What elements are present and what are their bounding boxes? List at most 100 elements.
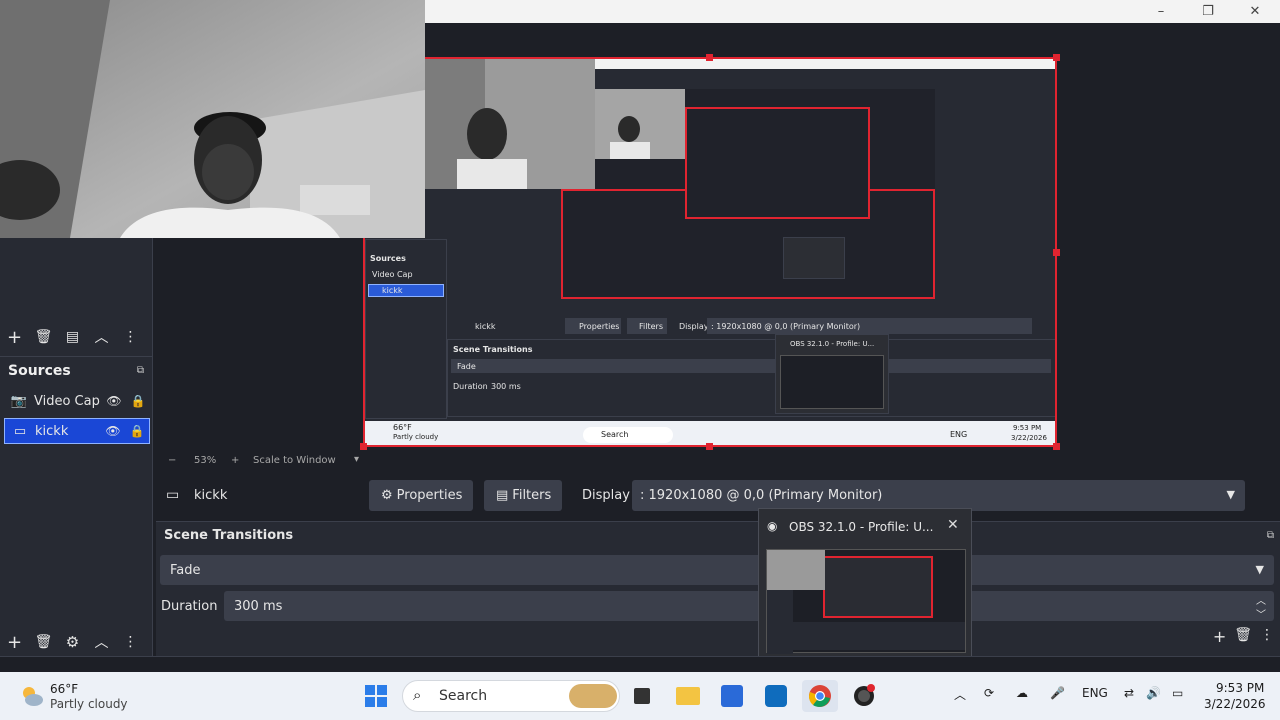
chrome-icon[interactable] bbox=[802, 680, 838, 712]
properties-button[interactable]: ⚙ Properties bbox=[369, 480, 473, 511]
transition-select[interactable]: Fade ▼ bbox=[160, 555, 1274, 585]
mini-popup-2 bbox=[783, 237, 845, 279]
mini-search: Search bbox=[601, 430, 629, 439]
display-select[interactable]: : 1920x1080 @ 0,0 (Primary Monitor) ▼ bbox=[632, 480, 1245, 511]
weather-icon[interactable] bbox=[18, 682, 46, 710]
weather-temp: 66°F bbox=[50, 682, 79, 696]
lock-icon[interactable]: 🔒 bbox=[126, 394, 150, 408]
taskbar: 66°F Partly cloudy ⌕ Search ︿ ⟳ ☁ 🎤 ENG … bbox=[0, 672, 1280, 720]
mini-filters-label: Filters bbox=[639, 322, 663, 331]
chevron-down-icon[interactable]: ▾ bbox=[354, 454, 359, 465]
mini-properties-label: Properties bbox=[579, 322, 620, 331]
start-button[interactable] bbox=[358, 680, 394, 712]
more-vertical-icon[interactable]: ⋮ bbox=[116, 323, 145, 351]
weather-desc: Partly cloudy bbox=[50, 697, 128, 711]
mini-fade-value: Fade bbox=[457, 362, 476, 371]
mini-webcam bbox=[425, 59, 595, 189]
zoom-bar: − 53% + Scale to Window ▾ bbox=[156, 452, 1280, 472]
store-icon[interactable] bbox=[714, 680, 750, 712]
maximize-icon[interactable]: ❐ bbox=[1185, 0, 1231, 23]
mini-preview bbox=[561, 89, 935, 299]
dock-float-icon[interactable]: ⧉ bbox=[1267, 530, 1274, 541]
resize-handle-bottom-right[interactable] bbox=[1053, 443, 1060, 450]
mini-date: 3/22/2026 bbox=[1011, 434, 1047, 442]
dock-float-icon[interactable]: ⧉ bbox=[137, 365, 144, 376]
search-icon: ⌕ bbox=[413, 686, 422, 704]
chevron-down-icon: ▼ bbox=[1226, 488, 1235, 501]
plus-icon[interactable]: + bbox=[0, 628, 29, 656]
scenes-dock: + 🗑 ▤ ︿ ⋮ bbox=[0, 238, 153, 356]
display-value: : 1920x1080 @ 0,0 (Primary Monitor) bbox=[640, 488, 883, 503]
resize-handle-bottom-left[interactable] bbox=[360, 443, 367, 450]
eye-icon[interactable]: 👁 bbox=[101, 424, 125, 438]
mini-source-kickk: kickk bbox=[382, 286, 403, 295]
source-item-video-capture[interactable]: 📷 Video Cap 👁 🔒 bbox=[4, 388, 150, 414]
gear-icon: ⚙ bbox=[381, 488, 393, 503]
language-indicator[interactable]: ENG bbox=[1082, 686, 1108, 700]
chevron-up-icon[interactable]: ︿ bbox=[87, 628, 116, 656]
mini-time: 9:53 PM bbox=[1013, 424, 1042, 432]
scene-transitions-dock: Scene Transitions ⧉ Fade ▼ Duration 300 … bbox=[156, 521, 1280, 656]
more-vertical-icon[interactable]: ⋮ bbox=[1260, 627, 1274, 646]
source-label: kickk bbox=[35, 423, 69, 439]
preview-canvas[interactable]: Sources Video Cap kickk kickk Properties… bbox=[363, 57, 1057, 447]
popup-thumbnail bbox=[766, 549, 966, 654]
duration-value: 300 ms bbox=[234, 598, 283, 614]
zoom-out-button[interactable]: − bbox=[168, 455, 176, 466]
sync-icon[interactable]: ⟳ bbox=[984, 686, 994, 700]
thumb-dock bbox=[767, 590, 793, 654]
resize-handle-top[interactable] bbox=[706, 54, 713, 61]
chevron-down-icon[interactable]: ﹀ bbox=[1256, 606, 1266, 621]
source-item-kickk[interactable]: ▭ kickk 👁 🔒 bbox=[4, 418, 150, 444]
mini-source-videocap: Video Cap bbox=[372, 270, 413, 279]
thumb-transitions bbox=[793, 622, 965, 650]
chevron-up-icon[interactable]: ︿ bbox=[1256, 592, 1266, 607]
mini-context-source: kickk bbox=[475, 322, 496, 331]
clock-date[interactable]: 3/22/2026 bbox=[1204, 697, 1266, 711]
obs-taskbar-icon[interactable] bbox=[846, 680, 882, 712]
scale-mode[interactable]: Scale to Window bbox=[253, 455, 336, 466]
chevron-up-icon[interactable]: ︿ bbox=[954, 686, 966, 703]
mini-transitions-title: Scene Transitions bbox=[453, 345, 533, 354]
task-view-icon[interactable] bbox=[624, 680, 660, 712]
plus-icon[interactable]: + bbox=[0, 323, 29, 351]
volume-icon[interactable]: 🔊 bbox=[1146, 686, 1161, 700]
microphone-icon[interactable]: 🎤 bbox=[1050, 686, 1065, 700]
resize-handle-top-right[interactable] bbox=[1053, 54, 1060, 61]
plus-icon[interactable]: + bbox=[1213, 627, 1226, 646]
battery-icon[interactable]: ▭ bbox=[1172, 686, 1183, 700]
eye-icon[interactable]: 👁 bbox=[102, 394, 126, 408]
monitor-icon: ▭ bbox=[166, 487, 180, 503]
outlook-icon[interactable] bbox=[758, 680, 794, 712]
duration-label: Duration bbox=[161, 599, 218, 614]
network-icon[interactable]: ⇄ bbox=[1124, 686, 1134, 700]
mini-duration-value: 300 ms bbox=[491, 382, 521, 391]
filters-button[interactable]: ▤ Filters bbox=[484, 480, 562, 511]
trash-icon[interactable]: 🗑 bbox=[29, 628, 58, 656]
mini-transitions-dock bbox=[447, 339, 1055, 417]
obs-icon: ◉ bbox=[767, 519, 778, 533]
mini-sources-dock: Sources Video Cap kickk bbox=[365, 239, 447, 419]
file-explorer-icon[interactable] bbox=[670, 680, 706, 712]
trash-icon[interactable]: 🗑 bbox=[1234, 627, 1252, 646]
zoom-in-button[interactable]: + bbox=[231, 455, 239, 466]
more-vertical-icon[interactable]: ⋮ bbox=[116, 628, 145, 656]
duration-spinbox[interactable]: 300 ms ︿ ﹀ bbox=[224, 591, 1274, 621]
search-box[interactable]: ⌕ Search bbox=[402, 680, 620, 712]
gear-icon[interactable]: ⚙ bbox=[58, 628, 87, 656]
chevron-up-icon[interactable]: ︿ bbox=[87, 323, 116, 351]
filter-icon[interactable]: ▤ bbox=[58, 323, 87, 351]
minimize-icon[interactable]: – bbox=[1138, 0, 1184, 23]
mini-fade-select bbox=[451, 359, 1051, 373]
resize-handle-bottom[interactable] bbox=[706, 443, 713, 450]
clock-time[interactable]: 9:53 PM bbox=[1216, 681, 1264, 695]
trash-icon[interactable]: 🗑 bbox=[29, 323, 58, 351]
close-icon[interactable]: ✕ bbox=[947, 517, 959, 533]
mini-display-value: : 1920x1080 @ 0,0 (Primary Monitor) bbox=[711, 322, 861, 331]
cloud-off-icon[interactable]: ☁ bbox=[1016, 686, 1028, 700]
close-icon[interactable]: ✕ bbox=[1232, 0, 1278, 23]
mini-canvas-2 bbox=[685, 107, 870, 219]
resize-handle-right[interactable] bbox=[1053, 249, 1060, 256]
lock-icon[interactable]: 🔒 bbox=[125, 424, 149, 438]
taskbar-thumbnail-popup[interactable]: ◉ OBS 32.1.0 - Profile: U... ✕ bbox=[758, 508, 972, 658]
